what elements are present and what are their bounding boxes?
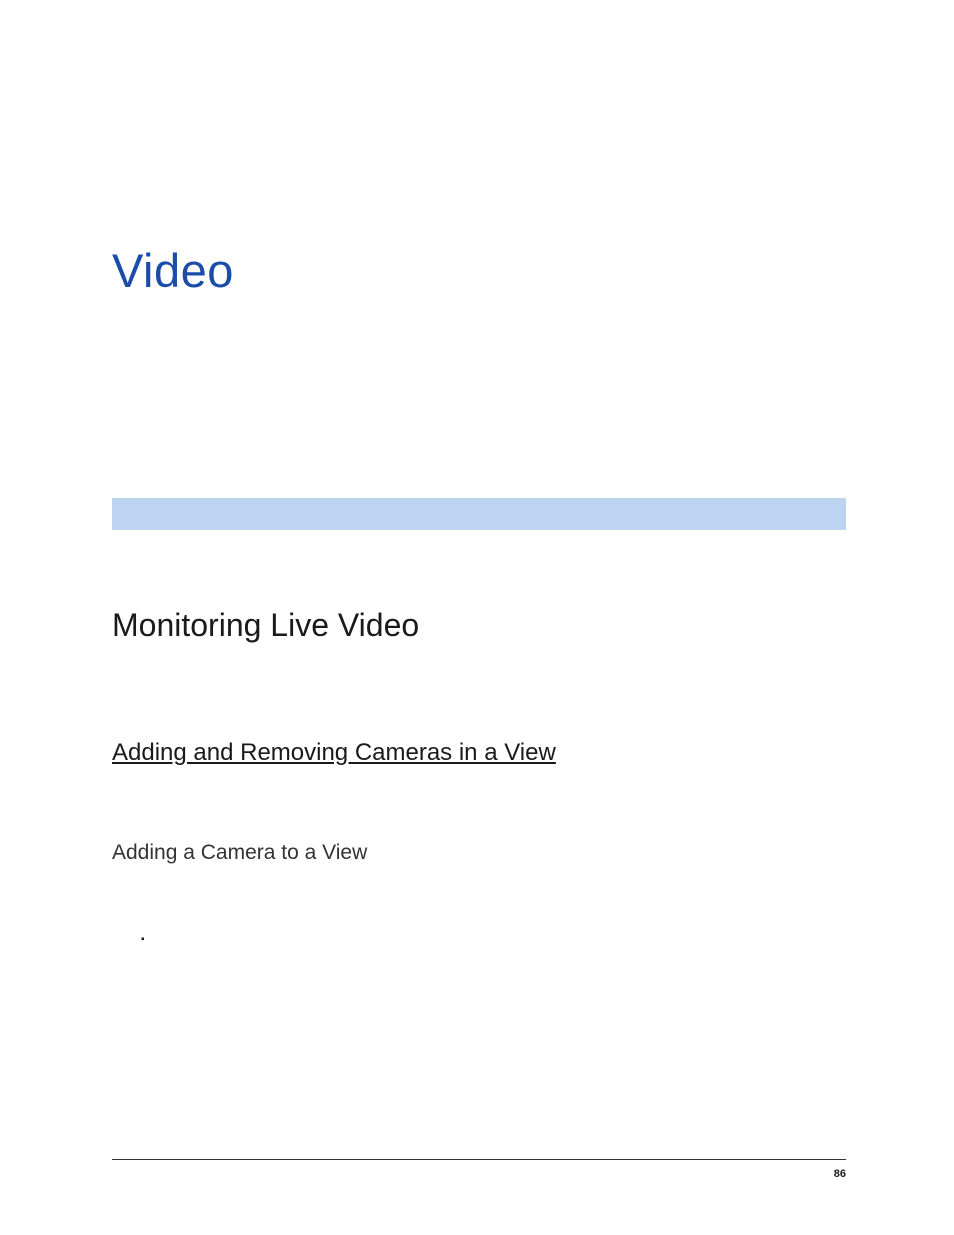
page-number: 86 [834,1168,846,1180]
footer-rule [112,1159,846,1160]
subsection-heading: Adding and Removing Cameras in a View [112,739,556,767]
section-heading: Monitoring Live Video [112,607,419,644]
section-divider-bar [112,498,846,530]
subsubsection-heading: Adding a Camera to a View [112,841,367,865]
chapter-title: Video [112,243,234,298]
